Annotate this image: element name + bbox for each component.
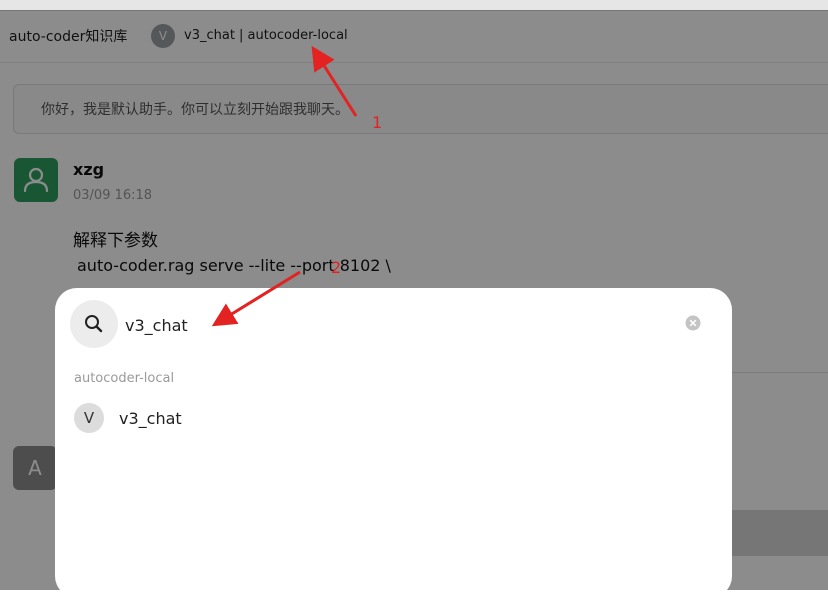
result-name: v3_chat xyxy=(119,409,182,428)
result-group-label: autocoder-local xyxy=(74,371,175,386)
search-icon-button[interactable] xyxy=(70,300,118,348)
search-input[interactable] xyxy=(123,310,607,340)
search-dialog: autocoder-local V v3_chat xyxy=(55,288,732,598)
search-icon xyxy=(85,315,103,333)
result-avatar: V xyxy=(74,403,104,433)
clear-search-icon[interactable] xyxy=(685,315,701,331)
